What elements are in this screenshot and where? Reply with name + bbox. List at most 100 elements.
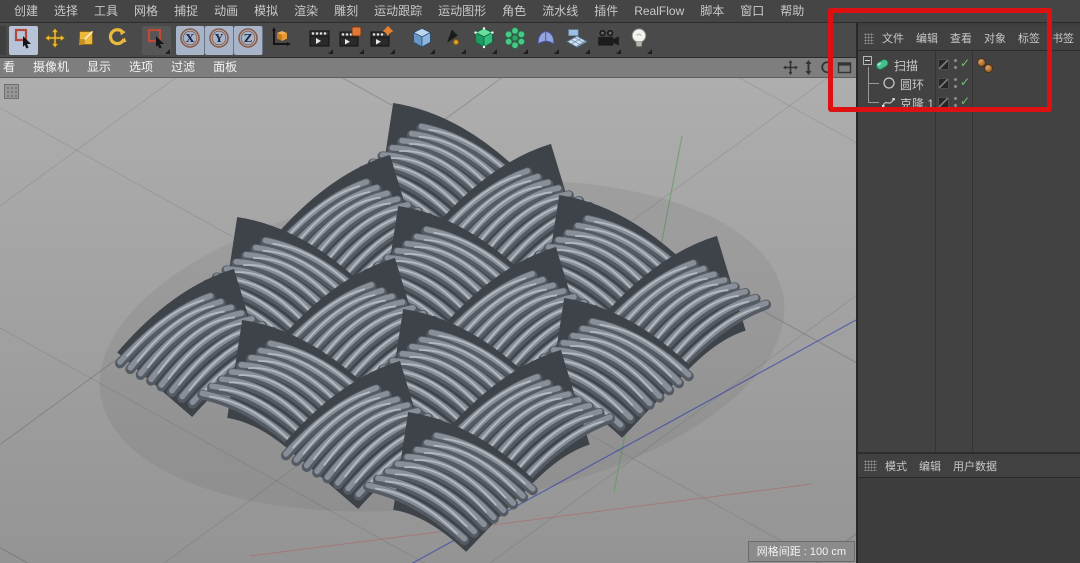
- floor-environment-button[interactable]: [562, 26, 591, 55]
- render-settings-button[interactable]: [367, 26, 396, 55]
- render-region-button[interactable]: [336, 26, 365, 55]
- viewport-menu-view[interactable]: 看: [2, 58, 24, 77]
- am-menu-edit[interactable]: 编辑: [913, 458, 947, 474]
- am-menu-userdata[interactable]: 用户数据: [947, 458, 1003, 474]
- object-manager-tree[interactable]: 扫描 ✓ 圆环 ✓: [858, 51, 1080, 452]
- svg-text:Z: Z: [244, 32, 252, 45]
- pan-view-icon[interactable]: [782, 60, 798, 76]
- menu-tools[interactable]: 工具: [86, 0, 126, 22]
- object-row-sweep[interactable]: 扫描 ✓: [858, 55, 1080, 74]
- rotate-view-icon[interactable]: [818, 60, 834, 76]
- circle-spline-icon: [882, 76, 896, 93]
- menu-create[interactable]: 创建: [6, 0, 46, 22]
- render-view-icon: [308, 26, 332, 55]
- menu-snap[interactable]: 捕捉: [166, 0, 206, 22]
- sweep-icon: [874, 56, 890, 75]
- menu-script[interactable]: 脚本: [692, 0, 732, 22]
- menu-mesh[interactable]: 网格: [126, 0, 166, 22]
- live-selection-button[interactable]: [9, 26, 38, 55]
- light-button[interactable]: [624, 26, 653, 55]
- menu-sculpt[interactable]: 雕刻: [326, 0, 366, 22]
- render-view-button[interactable]: [305, 26, 334, 55]
- layer-toggle[interactable]: [938, 78, 949, 89]
- viewport-thumbnail-icon[interactable]: [4, 84, 19, 99]
- attribute-manager: 模式 编辑 用户数据: [858, 452, 1080, 563]
- om-menu-view[interactable]: 查看: [944, 30, 978, 46]
- lock-z-axis-button[interactable]: Z: [234, 26, 263, 55]
- om-menu-edit[interactable]: 编辑: [910, 30, 944, 46]
- om-menu-objects[interactable]: 对象: [978, 30, 1012, 46]
- primitive-cube-button[interactable]: [407, 26, 436, 55]
- spline-icon: [881, 95, 896, 113]
- viewport-menu-panel[interactable]: 面板: [204, 58, 246, 77]
- object-row-circle[interactable]: 圆环 ✓: [858, 74, 1080, 93]
- editor-visibility-dot[interactable]: [954, 97, 957, 100]
- rotate-tool-button[interactable]: [102, 26, 131, 55]
- menu-motion-tracker[interactable]: 运动跟踪: [366, 0, 430, 22]
- menu-pipeline[interactable]: 流水线: [534, 0, 586, 22]
- om-menu-tags[interactable]: 标签: [1012, 30, 1046, 46]
- smoothing-tag-icon[interactable]: [984, 64, 993, 73]
- y-axis-icon: Y: [207, 26, 231, 55]
- scale-tool-button[interactable]: [71, 26, 100, 55]
- enabled-checkmark[interactable]: ✓: [960, 75, 970, 89]
- object-name[interactable]: 扫描: [894, 57, 918, 74]
- viewport-menu-display[interactable]: 显示: [78, 58, 120, 77]
- menu-select[interactable]: 选择: [46, 0, 86, 22]
- menu-animate[interactable]: 动画: [206, 0, 246, 22]
- rectangle-selection-icon: [146, 27, 168, 54]
- camera-button[interactable]: [593, 26, 622, 55]
- zoom-view-icon[interactable]: [800, 60, 816, 76]
- viewport-column: X Y Z: [0, 23, 856, 563]
- coordinate-system-icon: [268, 26, 292, 55]
- object-row-clone[interactable]: 克隆.1 ✓: [858, 93, 1080, 112]
- menu-plugins[interactable]: 插件: [586, 0, 626, 22]
- spline-pen-button[interactable]: [438, 26, 467, 55]
- attribute-manager-body[interactable]: [858, 478, 1080, 563]
- menu-realflow[interactable]: RealFlow: [626, 0, 692, 22]
- render-visibility-dot[interactable]: [954, 66, 957, 69]
- viewport-3d[interactable]: 网格间距 : 100 cm: [0, 78, 856, 563]
- maximize-view-icon[interactable]: [836, 60, 852, 76]
- object-name[interactable]: 克隆.1: [900, 95, 934, 112]
- object-name[interactable]: 圆环: [900, 76, 924, 93]
- move-icon: [44, 27, 66, 54]
- render-visibility-dot[interactable]: [954, 85, 957, 88]
- rectangle-selection-button[interactable]: [142, 26, 171, 55]
- light-icon: [627, 26, 651, 55]
- editor-visibility-dot[interactable]: [954, 78, 957, 81]
- om-menu-bookmarks[interactable]: 书签: [1046, 30, 1080, 46]
- menu-render[interactable]: 渲染: [286, 0, 326, 22]
- enabled-checkmark[interactable]: ✓: [960, 94, 970, 108]
- render-region-icon: [339, 26, 363, 55]
- subdivision-surface-button[interactable]: [469, 26, 498, 55]
- panel-grip-icon[interactable]: [864, 33, 874, 44]
- layer-toggle[interactable]: [938, 59, 949, 70]
- viewport-menubar: 看 摄像机 显示 选项 过滤 面板: [0, 58, 856, 78]
- viewport-menu-options[interactable]: 选项: [120, 58, 162, 77]
- menu-character[interactable]: 角色: [494, 0, 534, 22]
- camera-icon: [596, 26, 620, 55]
- viewport-menu-filter[interactable]: 过滤: [162, 58, 204, 77]
- move-tool-button[interactable]: [40, 26, 69, 55]
- array-generator-button[interactable]: [500, 26, 529, 55]
- lock-x-axis-button[interactable]: X: [176, 26, 205, 55]
- layer-toggle[interactable]: [938, 97, 949, 108]
- panel-grip-icon[interactable]: [864, 460, 877, 471]
- deformer-button[interactable]: [531, 26, 560, 55]
- lock-y-axis-button[interactable]: Y: [205, 26, 234, 55]
- undo-icon[interactable]: [0, 26, 6, 55]
- menu-simulate[interactable]: 模拟: [246, 0, 286, 22]
- viewport-scene-woven-mat: [0, 78, 856, 563]
- am-menu-mode[interactable]: 模式: [879, 458, 913, 474]
- enabled-checkmark[interactable]: ✓: [960, 56, 970, 70]
- collapse-toggle-icon[interactable]: [863, 56, 872, 65]
- render-visibility-dot[interactable]: [954, 104, 957, 107]
- menu-help[interactable]: 帮助: [772, 0, 812, 22]
- menu-window[interactable]: 窗口: [732, 0, 772, 22]
- om-menu-file[interactable]: 文件: [876, 30, 910, 46]
- viewport-menu-cameras[interactable]: 摄像机: [24, 58, 78, 77]
- menu-mograph[interactable]: 运动图形: [430, 0, 494, 22]
- coordinate-system-button[interactable]: [265, 26, 294, 55]
- editor-visibility-dot[interactable]: [954, 59, 957, 62]
